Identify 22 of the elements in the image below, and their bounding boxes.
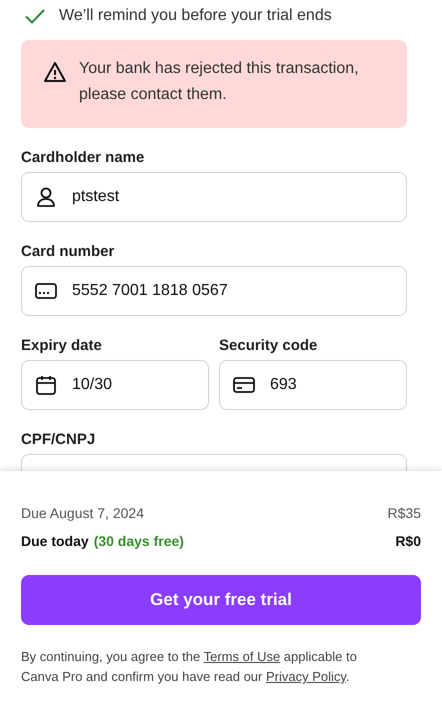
field-label: CPF/CNPJ	[21, 431, 96, 448]
input-field[interactable]: ptstest	[21, 172, 407, 222]
privacy-link[interactable]: Privacy Policy	[266, 669, 346, 684]
field-label: Security code	[219, 337, 318, 354]
terms-link[interactable]: Terms of Use	[204, 649, 280, 664]
calendar-icon	[34, 373, 58, 397]
alert-text: Your bank has rejected this transaction, please contact them.	[79, 59, 359, 105]
input-field[interactable]: 5552 7001 1818 0567	[21, 266, 407, 316]
field-label: Cardholder name	[21, 149, 146, 166]
due-label: Due August 7, 2024	[21, 505, 144, 521]
person-icon	[34, 185, 58, 209]
due-label: Due today (30 days free)	[21, 533, 184, 549]
field-label: Card number	[21, 243, 116, 260]
due-amount: R$35	[388, 505, 421, 521]
input-field[interactable]: 693	[219, 360, 407, 410]
legal-text: By continuing, you agree to the Terms of Use applicable to Canva Pro and confirm you have read our Privacy Policy.	[21, 648, 358, 686]
field-label: Expiry date	[21, 337, 103, 354]
free-trial-button[interactable]: Get your free trial	[21, 575, 421, 625]
due-amount: R$0	[395, 533, 421, 549]
input-field[interactable]: 10/30	[21, 360, 209, 410]
warning-icon	[43, 60, 67, 84]
notice-text: We’ll remind you before your trial ends	[59, 7, 332, 25]
